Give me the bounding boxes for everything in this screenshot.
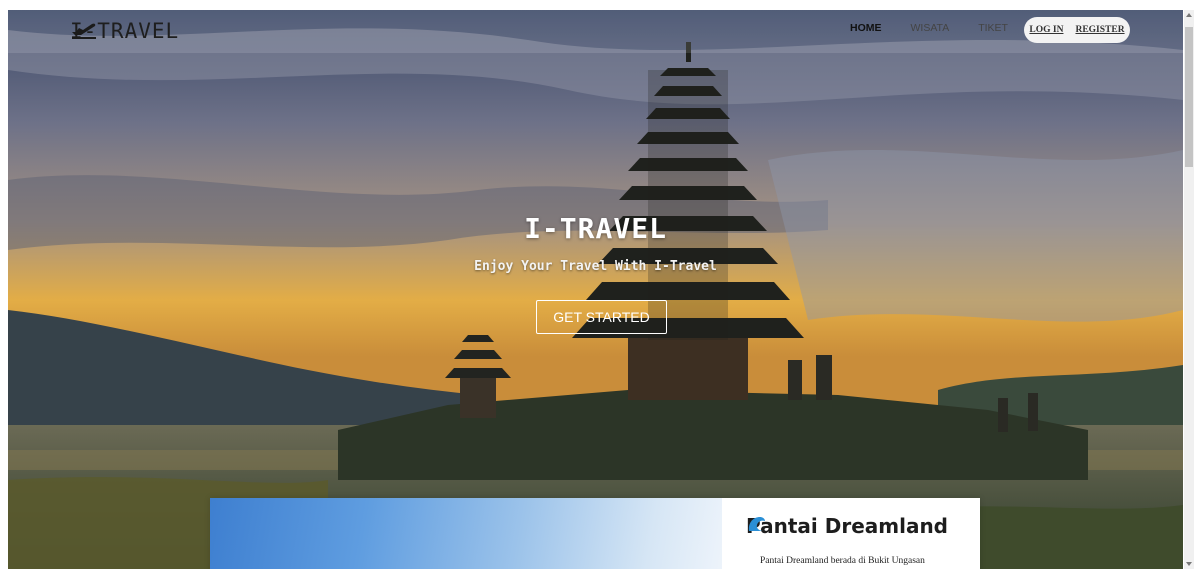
vertical-scrollbar[interactable] [1184,10,1194,569]
plane-takeoff-icon [72,23,96,39]
destination-title-row: Pantai Dreamland [746,514,948,538]
scroll-down-arrow-icon[interactable] [1186,562,1192,566]
nav-link-home[interactable]: HOME [850,22,882,34]
top-navbar: I-TRAVEL HOME WISATA TIKET LOG IN REGIST… [8,10,1183,53]
hero-background-illustration [8,10,1183,569]
destination-image [210,498,722,569]
scroll-up-arrow-icon[interactable] [1186,13,1192,17]
nav-link-tiket[interactable]: TIKET [978,22,1008,34]
hero-subtitle: Enjoy Your Travel With I-Travel [474,259,717,274]
register-link[interactable]: REGISTER [1075,25,1124,35]
hero-title: I-TRAVEL [524,212,667,245]
brand-logo[interactable]: I-TRAVEL [70,18,179,44]
wave-icon [748,517,765,531]
hero-section: I-TRAVEL HOME WISATA TIKET LOG IN REGIST… [8,10,1183,569]
destination-description: Pantai Dreamland berada di Bukit Ungasan [760,556,925,566]
destination-title: Pantai Dreamland [746,514,949,538]
auth-pill: LOG IN REGISTER [1024,17,1130,43]
get-started-button[interactable]: GET STARTED [536,300,667,334]
login-link[interactable]: LOG IN [1029,25,1063,35]
page-viewport: I-TRAVEL HOME WISATA TIKET LOG IN REGIST… [8,10,1183,569]
destination-card[interactable]: Pantai Dreamland Pantai Dreamland berada… [210,498,980,569]
scroll-thumb[interactable] [1185,27,1193,167]
main-nav: HOME WISATA TIKET [850,22,1037,34]
nav-link-wisata[interactable]: WISATA [911,22,950,34]
